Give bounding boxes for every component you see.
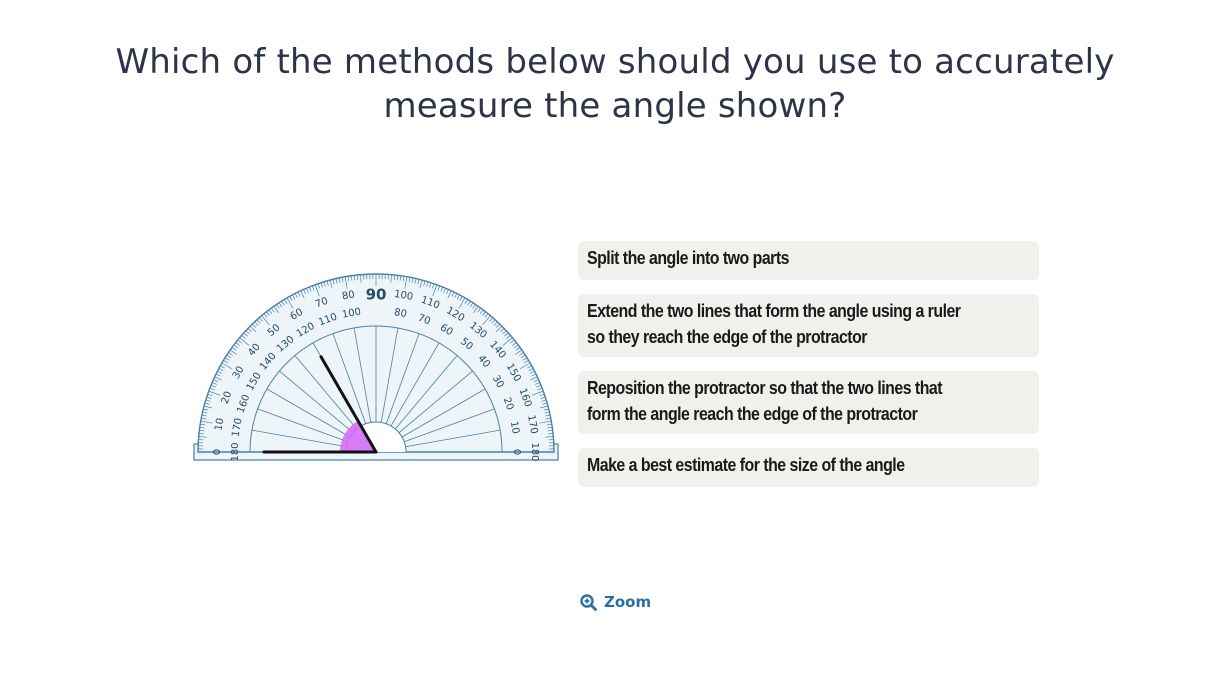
protractor-inner-number: 0	[511, 449, 522, 455]
zoom-label: Zoom	[604, 593, 652, 611]
protractor-inner-number: 10	[508, 420, 521, 434]
option-reposition-protractor[interactable]: Reposition the protractor so that the tw…	[578, 371, 1039, 434]
option-label: Make a best estimate for the size of the…	[587, 454, 905, 475]
option-label: Extend the two lines that form the angle…	[587, 300, 961, 347]
question-title: Which of the methods below should you us…	[115, 42, 1115, 126]
option-label: Split the angle into two parts	[587, 247, 789, 268]
option-label: Reposition the protractor so that the tw…	[587, 377, 943, 424]
answer-options: Split the angle into two parts Extend th…	[578, 241, 1039, 501]
zoom-button[interactable]: Zoom	[580, 590, 651, 614]
protractor-image: 010203040506070 80 100 11012013014015016017…	[193, 273, 559, 462]
protractor-outer-number: 80	[341, 289, 355, 302]
option-split-angle[interactable]: Split the angle into two parts	[578, 241, 1039, 280]
protractor-center-number: 90	[366, 286, 387, 304]
zoom-in-icon	[580, 593, 597, 611]
protractor-inner-number: 180	[230, 442, 241, 461]
protractor-outer-number: 0	[212, 449, 223, 455]
option-best-estimate[interactable]: Make a best estimate for the size of the…	[578, 448, 1039, 487]
protractor-outer-number: 180	[529, 442, 540, 461]
option-extend-lines[interactable]: Extend the two lines that form the angle…	[578, 294, 1039, 357]
protractor-inner-number: 80	[393, 307, 407, 320]
protractor-outer-number: 10	[213, 417, 226, 431]
